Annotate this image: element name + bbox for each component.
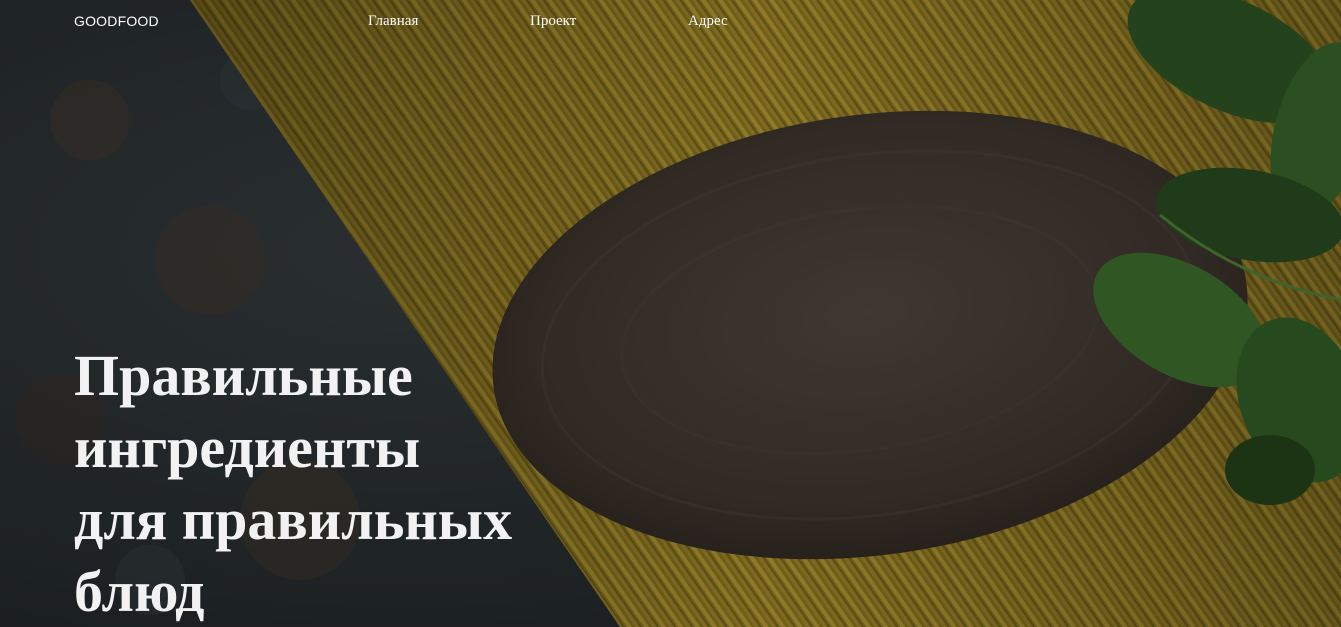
headline-line: Правильные [74, 343, 413, 408]
headline-line: ингредиенты [74, 415, 421, 480]
headline-line: для правильных [74, 487, 513, 552]
site-logo[interactable]: GOODFOOD [74, 13, 159, 29]
nav-link-home[interactable]: Главная [368, 13, 418, 30]
headline-line: блюд [74, 559, 205, 624]
nav-link-project[interactable]: Проект [530, 13, 576, 30]
nav-link-address[interactable]: Адрес [688, 13, 728, 30]
hero-headline: Правильные ингредиенты для правильных бл… [74, 340, 594, 627]
hero-section: GOODFOOD Главная Проект Адрес Правильные… [0, 0, 1341, 627]
